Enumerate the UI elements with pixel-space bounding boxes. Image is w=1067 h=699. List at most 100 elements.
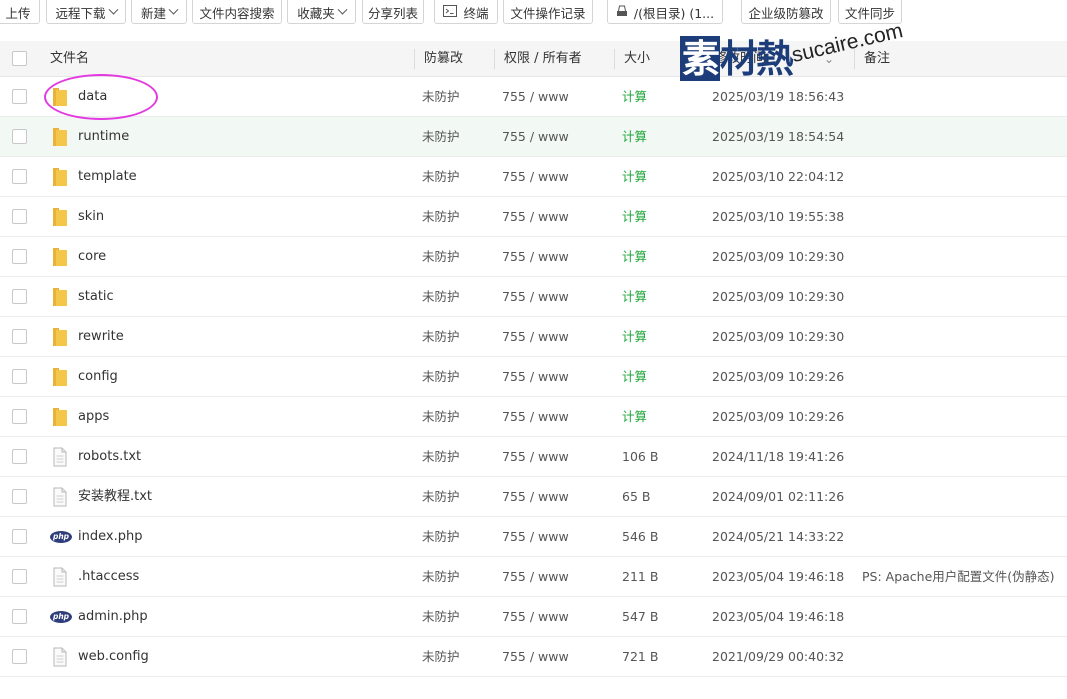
header-filename[interactable]: 文件名	[50, 41, 89, 77]
path-selector[interactable]: /(根目录) (1...	[607, 0, 723, 24]
tamper-status[interactable]: 未防护	[422, 277, 460, 317]
table-row[interactable]: php index.php 未防护 755 / www 546 B 2024/05/21 …	[0, 517, 1067, 557]
new-button[interactable]: 新建	[131, 0, 187, 24]
tamper-proof-button[interactable]: 企业级防篡改	[741, 0, 831, 24]
tamper-status[interactable]: 未防护	[422, 557, 460, 597]
table-row[interactable]: 安装教程.txt 未防护 755 / www 65 B 2024/09/01 02:11…	[0, 477, 1067, 517]
terminal-button[interactable]: 终端	[434, 0, 498, 24]
tamper-status[interactable]: 未防护	[422, 597, 460, 637]
calculate-size-link[interactable]: 计算	[622, 77, 647, 117]
tamper-status[interactable]: 未防护	[422, 357, 460, 397]
file-name-link[interactable]: skin	[78, 197, 104, 237]
permission-owner[interactable]: 755 / www	[502, 157, 569, 197]
tamper-status[interactable]: 未防护	[422, 117, 460, 157]
file-name-link[interactable]: index.php	[78, 517, 142, 557]
file-name-link[interactable]: runtime	[78, 117, 129, 157]
table-row[interactable]: config 未防护 755 / www 计算 2025/03/09 10:29:26	[0, 357, 1067, 397]
row-checkbox[interactable]	[12, 289, 27, 304]
row-checkbox[interactable]	[12, 169, 27, 184]
header-size[interactable]: 大小	[624, 41, 650, 77]
file-name-link[interactable]: 安装教程.txt	[78, 477, 152, 517]
table-row[interactable]: data 未防护 755 / www 计算 2025/03/19 18:56:43	[0, 77, 1067, 117]
row-checkbox[interactable]	[12, 449, 27, 464]
permission-owner[interactable]: 755 / www	[502, 117, 569, 157]
calculate-size-link[interactable]: 计算	[622, 397, 647, 437]
calculate-size-link[interactable]: 计算	[622, 317, 647, 357]
note-text[interactable]: PS: Apache用户配置文件(伪静态)	[862, 557, 1055, 597]
row-checkbox[interactable]	[12, 249, 27, 264]
file-name-link[interactable]: template	[78, 157, 137, 197]
row-checkbox[interactable]	[12, 649, 27, 664]
table-row[interactable]: runtime 未防护 755 / www 计算 2025/03/19 18:54:54	[0, 117, 1067, 157]
table-row[interactable]: robots.txt 未防护 755 / www 106 B 2024/11/18 19…	[0, 437, 1067, 477]
file-name-link[interactable]: rewrite	[78, 317, 124, 357]
remote-download-button[interactable]: 远程下载	[46, 0, 126, 24]
header-tamper[interactable]: 防篡改	[424, 41, 463, 77]
header-note[interactable]: 备注	[864, 41, 890, 77]
permission-owner[interactable]: 755 / www	[502, 357, 569, 397]
file-name-link[interactable]: .htaccess	[78, 557, 139, 597]
operation-log-button[interactable]: 文件操作记录	[503, 0, 593, 24]
file-name-link[interactable]: apps	[78, 397, 109, 437]
calculate-size-link[interactable]: 计算	[622, 357, 647, 397]
file-sync-button[interactable]: 文件同步	[838, 0, 902, 24]
tamper-status[interactable]: 未防护	[422, 477, 460, 517]
tamper-status[interactable]: 未防护	[422, 637, 460, 677]
permission-owner[interactable]: 755 / www	[502, 317, 569, 357]
calculate-size-link[interactable]: 计算	[622, 237, 647, 277]
tamper-status[interactable]: 未防护	[422, 77, 460, 117]
row-checkbox[interactable]	[12, 129, 27, 144]
calculate-size-link[interactable]: 计算	[622, 157, 647, 197]
permission-owner[interactable]: 755 / www	[502, 437, 569, 477]
permission-owner[interactable]: 755 / www	[502, 237, 569, 277]
content-search-button[interactable]: 文件内容搜索	[192, 0, 282, 24]
table-row[interactable]: template 未防护 755 / www 计算 2025/03/10 22:04:1…	[0, 157, 1067, 197]
permission-owner[interactable]: 755 / www	[502, 77, 569, 117]
row-checkbox[interactable]	[12, 329, 27, 344]
permission-owner[interactable]: 755 / www	[502, 637, 569, 677]
row-checkbox[interactable]	[12, 489, 27, 504]
table-row[interactable]: core 未防护 755 / www 计算 2025/03/09 10:29:30	[0, 237, 1067, 277]
permission-owner[interactable]: 755 / www	[502, 477, 569, 517]
table-row[interactable]: skin 未防护 755 / www 计算 2025/03/10 19:55:38	[0, 197, 1067, 237]
header-permission[interactable]: 权限 / 所有者	[504, 41, 582, 77]
permission-owner[interactable]: 755 / www	[502, 517, 569, 557]
permission-owner[interactable]: 755 / www	[502, 397, 569, 437]
table-row[interactable]: static 未防护 755 / www 计算 2025/03/09 10:29:30	[0, 277, 1067, 317]
calculate-size-link[interactable]: 计算	[622, 277, 647, 317]
permission-owner[interactable]: 755 / www	[502, 557, 569, 597]
row-checkbox[interactable]	[12, 529, 27, 544]
file-name-link[interactable]: robots.txt	[78, 437, 141, 477]
row-checkbox[interactable]	[12, 609, 27, 624]
row-checkbox[interactable]	[12, 369, 27, 384]
tamper-status[interactable]: 未防护	[422, 157, 460, 197]
sort-chevron-icon[interactable]: ⌄	[824, 41, 834, 77]
row-checkbox[interactable]	[12, 89, 27, 104]
row-checkbox[interactable]	[12, 569, 27, 584]
upload-button[interactable]: 上传	[0, 0, 40, 24]
file-name-link[interactable]: static	[78, 277, 114, 317]
favorites-button[interactable]: 收藏夹	[287, 0, 356, 24]
calculate-size-link[interactable]: 计算	[622, 197, 647, 237]
file-name-link[interactable]: config	[78, 357, 118, 397]
table-row[interactable]: apps 未防护 755 / www 计算 2025/03/09 10:29:26	[0, 397, 1067, 437]
header-modified[interactable]: 修改时间	[714, 41, 766, 77]
file-name-link[interactable]: web.config	[78, 637, 149, 677]
file-name-link[interactable]: data	[78, 77, 107, 117]
select-all-checkbox[interactable]	[12, 51, 27, 66]
table-row[interactable]: web.config 未防护 755 / www 721 B 2021/09/29 00…	[0, 637, 1067, 677]
tamper-status[interactable]: 未防护	[422, 397, 460, 437]
tamper-status[interactable]: 未防护	[422, 237, 460, 277]
permission-owner[interactable]: 755 / www	[502, 277, 569, 317]
file-name-link[interactable]: admin.php	[78, 597, 148, 637]
tamper-status[interactable]: 未防护	[422, 317, 460, 357]
permission-owner[interactable]: 755 / www	[502, 597, 569, 637]
table-row[interactable]: php admin.php 未防护 755 / www 547 B 2023/05/04 …	[0, 597, 1067, 637]
tamper-status[interactable]: 未防护	[422, 517, 460, 557]
table-row[interactable]: rewrite 未防护 755 / www 计算 2025/03/09 10:29:30	[0, 317, 1067, 357]
permission-owner[interactable]: 755 / www	[502, 197, 569, 237]
table-row[interactable]: .htaccess 未防护 755 / www 211 B 2023/05/04 19:…	[0, 557, 1067, 597]
file-name-link[interactable]: core	[78, 237, 106, 277]
row-checkbox[interactable]	[12, 409, 27, 424]
row-checkbox[interactable]	[12, 209, 27, 224]
